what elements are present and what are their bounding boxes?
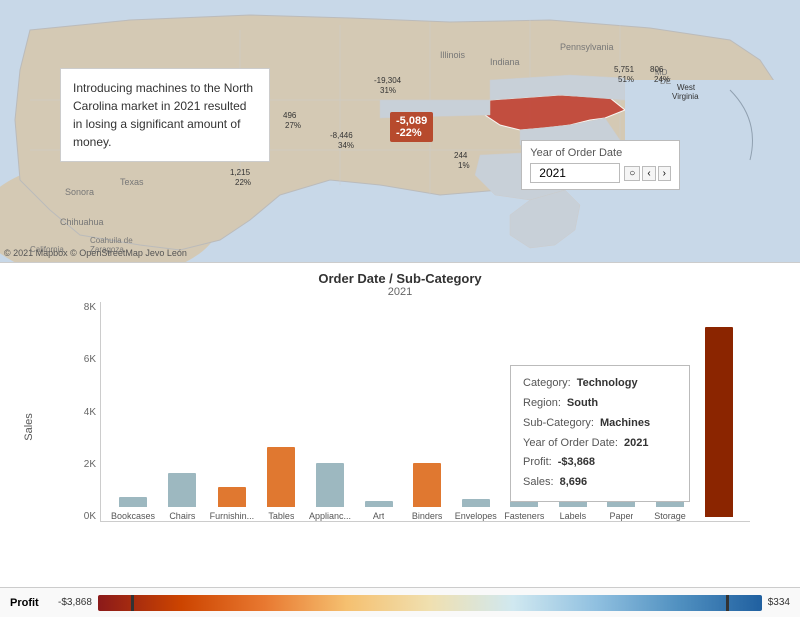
year-next-button[interactable]: ›	[658, 166, 671, 181]
bar	[119, 497, 147, 507]
svg-text:806: 806	[650, 65, 664, 74]
map-tooltip: Introducing machines to the North Caroli…	[60, 68, 270, 162]
bar-group[interactable]: Labels	[552, 499, 595, 521]
bar-group[interactable]: Applianc...	[309, 463, 352, 521]
tooltip-year-val: 2021	[624, 434, 648, 454]
bar	[705, 327, 733, 517]
tooltip-sales-val: 8,696	[560, 473, 588, 493]
profit-min-indicator	[131, 595, 134, 611]
bar	[168, 473, 196, 507]
bar-label: Labels	[560, 511, 587, 521]
y-tick-8k: 8K	[84, 302, 96, 313]
svg-text:244: 244	[454, 151, 468, 160]
profit-bar-panel: Profit -$3,868 $334	[0, 587, 800, 617]
bar-label: Art	[373, 511, 385, 521]
tooltip-subcategory-val: Machines	[600, 414, 650, 434]
svg-text:Virginia: Virginia	[672, 92, 699, 101]
map-attribution: © 2021 Mapbox © OpenStreetMap Jevo León	[4, 248, 187, 258]
bar-label: Storage	[654, 511, 686, 521]
y-tick-2k: 2K	[84, 459, 96, 470]
svg-text:-8,446: -8,446	[330, 131, 353, 140]
y-tick-6k: 6K	[84, 354, 96, 365]
svg-text:Sonora: Sonora	[65, 187, 94, 197]
svg-text:1,215: 1,215	[230, 168, 251, 177]
bar-group[interactable]: Envelopes	[454, 499, 497, 521]
svg-text:Coahuila de: Coahuila de	[90, 236, 133, 245]
tooltip-region-val: South	[567, 394, 598, 414]
bar-group[interactable]: Binders	[406, 463, 449, 521]
svg-text:Texas: Texas	[120, 177, 144, 187]
bar-label: Bookcases	[111, 511, 155, 521]
profit-label: Profit	[10, 597, 50, 609]
chart-panel: Order Date / Sub-Category 2021 Sales 8K …	[0, 262, 800, 587]
tooltip-category-key: Category:	[523, 374, 571, 394]
tooltip-sales-key: Sales:	[523, 473, 554, 493]
tooltip-profit-key: Profit:	[523, 453, 552, 473]
year-filter-panel[interactable]: Year of Order Date 2021 ○ ‹ ›	[521, 140, 680, 190]
profit-min: -$3,868	[58, 597, 92, 608]
map-panel: Colorado Kansas Missouri Texas Arizona S…	[0, 0, 800, 262]
y-tick-0k: 0K	[84, 511, 96, 522]
year-filter-label: Year of Order Date	[530, 147, 671, 159]
svg-text:22%: 22%	[235, 178, 251, 187]
chart-tooltip: Category: Technology Region: South Sub-C…	[510, 365, 690, 502]
svg-text:5,751: 5,751	[614, 65, 635, 74]
bar-group[interactable]: Chairs	[161, 473, 204, 521]
tooltip-category-val: Technology	[577, 374, 638, 394]
nc-highlight-label: -5,089 -22%	[390, 112, 433, 142]
bar	[365, 501, 393, 507]
bar-label: Paper	[609, 511, 633, 521]
bar	[462, 499, 490, 507]
svg-text:Chihuahua: Chihuahua	[60, 217, 104, 227]
svg-text:27%: 27%	[285, 121, 301, 130]
bar	[316, 463, 344, 507]
bar-group[interactable]: Art	[357, 501, 400, 521]
y-axis-label: Sales	[23, 413, 35, 441]
bar-group[interactable]: Fasteners	[503, 501, 546, 521]
profit-max-indicator	[726, 595, 729, 611]
svg-text:24%: 24%	[654, 75, 670, 84]
year-reset-button[interactable]: ○	[624, 166, 640, 181]
y-tick-4k: 4K	[84, 407, 96, 418]
chart-title: Order Date / Sub-Category	[0, 263, 800, 286]
bar-label: Fasteners	[504, 511, 544, 521]
svg-text:Illinois: Illinois	[440, 50, 466, 60]
tooltip-profit-val: -$3,868	[558, 453, 595, 473]
chart-area: Sales 8K 6K 4K 2K 0K BookcasesChairsFurn…	[60, 302, 750, 552]
svg-text:31%: 31%	[380, 86, 396, 95]
bar-group[interactable]: Tables	[260, 447, 303, 521]
svg-text:West: West	[677, 83, 696, 92]
svg-text:34%: 34%	[338, 141, 354, 150]
year-filter-value[interactable]: 2021	[530, 163, 620, 183]
year-prev-button[interactable]: ‹	[642, 166, 655, 181]
profit-gradient-bar	[98, 595, 762, 611]
chart-subtitle: 2021	[0, 286, 800, 298]
svg-text:51%: 51%	[618, 75, 634, 84]
bar-label: Tables	[268, 511, 294, 521]
tooltip-year-key: Year of Order Date:	[523, 434, 618, 454]
bar	[218, 487, 246, 507]
tooltip-subcategory-key: Sub-Category:	[523, 414, 594, 434]
svg-text:1%: 1%	[458, 161, 470, 170]
map-tooltip-text: Introducing machines to the North Caroli…	[73, 81, 253, 149]
svg-text:496: 496	[283, 111, 297, 120]
bar	[267, 447, 295, 507]
bar	[413, 463, 441, 507]
bar-group[interactable]: Furnishin...	[210, 487, 255, 521]
bar-group[interactable]	[697, 327, 740, 521]
bar-label: Applianc...	[309, 511, 351, 521]
bar-label: Chairs	[169, 511, 195, 521]
svg-text:-19,304: -19,304	[374, 76, 402, 85]
svg-text:Indiana: Indiana	[490, 57, 520, 67]
bar-label: Binders	[412, 511, 443, 521]
profit-max: $334	[768, 597, 790, 608]
svg-text:Pennsylvania: Pennsylvania	[560, 42, 614, 52]
bar-group[interactable]: Bookcases	[111, 497, 155, 521]
bar-label: Furnishin...	[210, 511, 255, 521]
bar-label: Envelopes	[455, 511, 497, 521]
y-ticks: 8K 6K 4K 2K 0K	[60, 302, 100, 522]
tooltip-region-key: Region:	[523, 394, 561, 414]
